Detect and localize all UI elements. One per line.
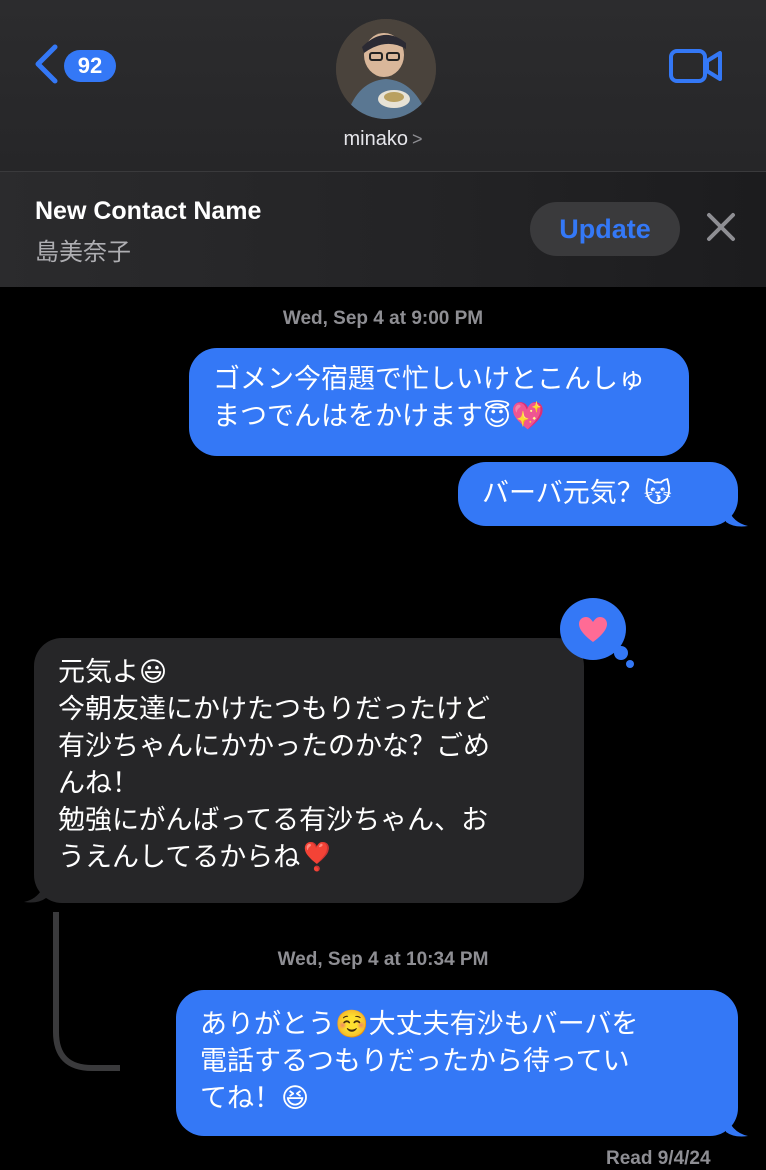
message-text: ゴメン今宿題で忙しいけとこんしゅ まつでんはをかけます😇💖 <box>213 364 645 432</box>
contact-name[interactable]: minako > <box>0 128 766 151</box>
timestamp: Wed, Sep 4 at 10:34 PM <box>277 949 489 970</box>
banner-subtitle: 島美奈子 <box>35 239 131 266</box>
video-call-button[interactable] <box>668 46 724 91</box>
heart-reaction[interactable] <box>560 598 634 668</box>
bubble-tail <box>726 1112 748 1137</box>
contact-update-banner: New Contact Name 島美奈子 Update <box>0 171 766 287</box>
video-camera-icon <box>669 49 722 83</box>
conversation-header: 92 minako > <box>0 0 766 171</box>
reaction-tail-dot <box>626 660 634 668</box>
unread-count-badge: 92 <box>64 50 116 82</box>
chevron-right-icon: > <box>411 129 423 149</box>
banner-title: New Contact Name <box>35 197 262 225</box>
message-bubble-outgoing[interactable]: ありがとう☺️大丈夫有沙もバーバを 電話するつもりだったから待ってい てね！😆 <box>176 990 738 1136</box>
back-button[interactable]: 92 <box>34 40 134 90</box>
bubble-tail <box>24 878 46 903</box>
message-bubble-incoming[interactable]: 元気よ😃 今朝友達にかけたつもりだったけど 有沙ちゃんにかかったのかな？ごめ ん… <box>34 638 584 903</box>
avatar-photo <box>336 19 436 119</box>
avatar[interactable] <box>336 19 436 119</box>
close-banner-button[interactable] <box>706 212 736 247</box>
bubble-tail <box>726 502 748 527</box>
chevron-left-icon <box>35 44 58 84</box>
message-text: バーバ元気？😽 <box>482 478 672 509</box>
message-bubble-outgoing[interactable]: バーバ元気？😽 <box>458 462 738 526</box>
contact-name-label: minako <box>343 128 408 150</box>
read-receipt: Read 9/4/24 <box>606 1148 711 1169</box>
reaction-tail-dot <box>614 646 628 660</box>
timestamp: Wed, Sep 4 at 9:00 PM <box>282 308 484 329</box>
reply-thread-line <box>53 912 120 1071</box>
message-text: 元気よ😃 今朝友達にかけたつもりだったけど 有沙ちゃんにかかったのかな？ごめ ん… <box>58 657 490 873</box>
message-text: ありがとう☺️大丈夫有沙もバーバを 電話するつもりだったから待ってい てね！😆 <box>200 1009 639 1114</box>
update-button[interactable]: Update <box>530 202 680 256</box>
close-icon <box>707 213 735 241</box>
heart-icon <box>579 617 607 642</box>
message-bubble-outgoing[interactable]: ゴメン今宿題で忙しいけとこんしゅ まつでんはをかけます😇💖 <box>189 348 689 456</box>
